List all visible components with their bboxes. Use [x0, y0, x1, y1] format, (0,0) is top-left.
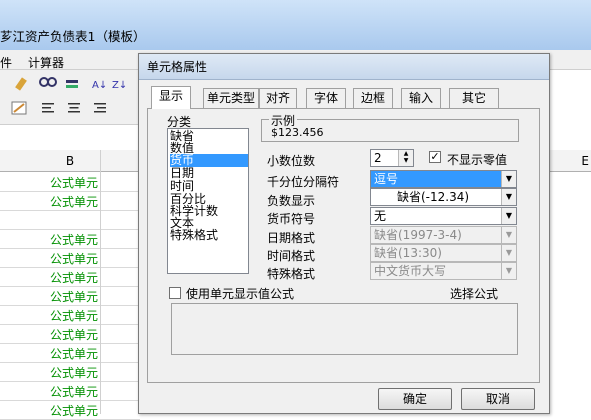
category-special[interactable]: 特殊格式	[170, 229, 218, 242]
tab-other[interactable]: 其它	[449, 88, 499, 108]
align-left-icon[interactable]	[42, 103, 54, 113]
table-row[interactable]: 公式单元	[0, 362, 140, 382]
table-row[interactable]: 公式单元	[0, 343, 140, 363]
cancel-button[interactable]: 取消	[461, 388, 535, 410]
use-formula-checkbox[interactable]	[169, 287, 181, 299]
column-divider	[100, 150, 101, 414]
decimal-places-value: 2	[374, 151, 382, 165]
edit-cell-icon[interactable]	[11, 101, 27, 115]
document-title: 芗江资产负债表1（模板）	[0, 29, 146, 44]
cell-value: 公式单元	[49, 404, 98, 418]
formula-text-area[interactable]	[171, 303, 518, 355]
cell-properties-dialog: 单元格属性 显示 单元类型 对齐 字体 边框 输入 其它 分类 缺省 数值 货币…	[138, 53, 550, 414]
menu-calculator[interactable]: 计算器	[28, 54, 64, 71]
align-center-icon[interactable]	[68, 103, 80, 113]
tab-input[interactable]: 输入	[401, 88, 441, 108]
cell-value: 公式单元	[49, 366, 98, 380]
dropdown-arrow-icon: ▼	[501, 227, 516, 243]
negative-display-select[interactable]: 缺省(-12.34) ▼	[370, 188, 517, 206]
svg-text:A↓: A↓	[92, 80, 107, 91]
use-formula-label: 使用单元显示值公式	[186, 287, 295, 301]
cell-value: 公式单元	[49, 271, 98, 285]
toolbar-icons: A↓ Z↓	[11, 77, 127, 115]
negative-display-label: 负数显示	[267, 194, 316, 208]
thousands-separator-select[interactable]: 逗号 ▼	[370, 170, 517, 188]
category-list[interactable]: 缺省 数值 货币 日期 时间 百分比 科学计数 文本 特殊格式	[167, 128, 249, 274]
currency-symbol-label: 货币符号	[267, 212, 316, 226]
cell-value: 公式单元	[49, 290, 98, 304]
sort-descending-icon[interactable]: Z↓	[112, 80, 127, 91]
sort-ascending-icon[interactable]: A↓	[92, 80, 107, 91]
ok-button[interactable]: 确定	[378, 388, 452, 410]
thousands-separator-value: 逗号	[374, 172, 399, 186]
table-row[interactable]: 公式单元	[0, 400, 140, 420]
tab-border[interactable]: 边框	[353, 88, 393, 108]
table-row[interactable]: 公式单元	[0, 324, 140, 344]
date-format-label: 日期格式	[267, 231, 316, 245]
table-row[interactable]: 公式单元	[0, 305, 140, 325]
hide-zero-checkbox[interactable]: ✓	[429, 151, 441, 163]
spinner-arrows-icon[interactable]: ▲ ▼	[398, 150, 413, 166]
special-format-label: 特殊格式	[267, 267, 316, 281]
svg-text:Z↓: Z↓	[112, 80, 127, 91]
thousands-separator-label: 千分位分隔符	[267, 175, 340, 189]
cell-value: 公式单元	[49, 328, 98, 342]
table-row[interactable]: 公式单元	[0, 267, 140, 287]
time-format-value: 缺省(13:30)	[374, 246, 442, 260]
align-right-icon[interactable]	[94, 103, 106, 113]
menu-file[interactable]: 件	[0, 54, 12, 71]
hide-zero-label: 不显示零值	[447, 153, 508, 167]
dropdown-arrow-icon[interactable]: ▼	[501, 208, 516, 224]
tab-alignment[interactable]: 对齐	[259, 88, 297, 108]
choose-formula-link[interactable]: 选择公式	[450, 285, 498, 302]
sheet-right-area	[549, 172, 591, 414]
date-format-select: 缺省(1997-3-4) ▼	[370, 226, 517, 244]
dropdown-arrow-icon: ▼	[501, 245, 516, 261]
tab-cell-type[interactable]: 单元类型	[203, 88, 259, 108]
dialog-title: 单元格属性	[139, 54, 549, 80]
table-row[interactable]: 公式单元	[0, 191, 140, 211]
column-header-e[interactable]: E	[549, 150, 591, 172]
tab-font[interactable]: 字体	[306, 88, 346, 108]
currency-symbol-value: 无	[374, 209, 387, 223]
negative-display-value: 缺省(-12.34)	[397, 190, 470, 204]
replace-icon[interactable]	[66, 80, 78, 88]
sample-value: $123.456	[271, 126, 324, 139]
decimal-places-label: 小数位数	[267, 154, 316, 168]
cell-value: 公式单元	[49, 309, 98, 323]
find-icon[interactable]	[39, 77, 57, 87]
table-row[interactable]: 公式单元	[0, 229, 140, 249]
cell-value: 公式单元	[49, 233, 98, 247]
dropdown-arrow-icon[interactable]: ▼	[501, 171, 516, 187]
cell-value: 公式单元	[49, 252, 98, 266]
cell-value: 公式单元	[49, 385, 98, 399]
column-header-b[interactable]: B	[0, 150, 140, 172]
tab-display[interactable]: 显示	[151, 86, 191, 109]
table-row[interactable]: 公式单元	[0, 248, 140, 268]
table-row[interactable]: 公式单元	[0, 286, 140, 306]
currency-symbol-select[interactable]: 无 ▼	[370, 207, 517, 225]
dropdown-arrow-icon: ▼	[501, 263, 516, 279]
table-row[interactable]: 公式单元	[0, 381, 140, 401]
cell-value: 公式单元	[49, 347, 98, 361]
cell-value: 公式单元	[49, 176, 98, 190]
time-format-select: 缺省(13:30) ▼	[370, 244, 517, 262]
decimal-places-spinner[interactable]: 2 ▲ ▼	[370, 149, 414, 167]
time-format-label: 时间格式	[267, 249, 316, 263]
special-format-select: 中文货币大写 ▼	[370, 262, 517, 280]
pencil-icon[interactable]	[15, 77, 27, 91]
date-format-value: 缺省(1997-3-4)	[374, 228, 462, 242]
dropdown-arrow-icon[interactable]: ▼	[501, 189, 516, 205]
table-row[interactable]: 公式单元	[0, 172, 140, 192]
cell-value: 公式单元	[49, 195, 98, 209]
special-format-value: 中文货币大写	[374, 264, 447, 278]
table-row[interactable]	[0, 210, 140, 230]
